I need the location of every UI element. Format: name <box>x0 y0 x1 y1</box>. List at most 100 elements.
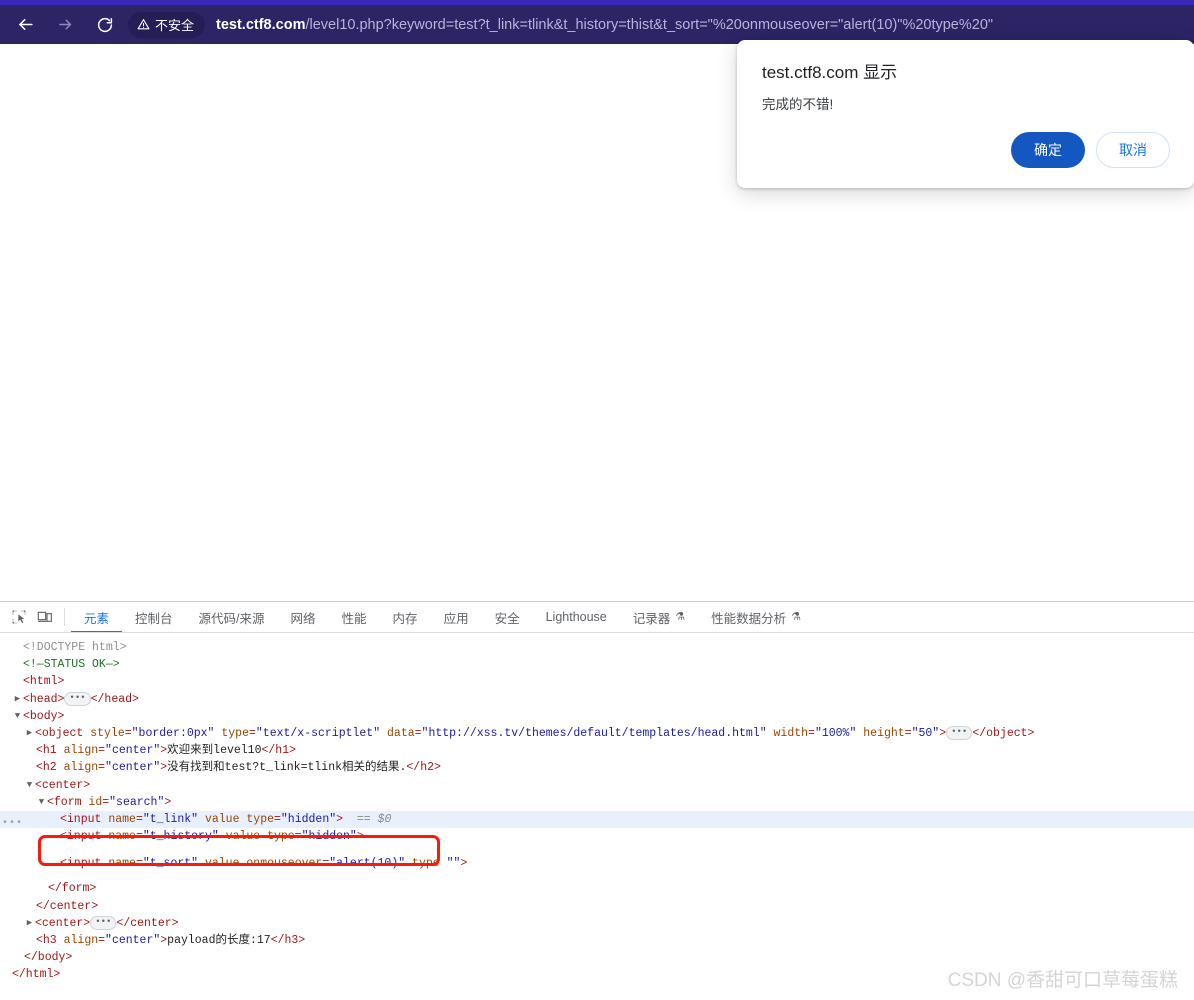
dom-row-h3[interactable]: <h3 align="center">payload的长度:17</h3> <box>0 932 1194 949</box>
dialog-cancel-button[interactable]: 取消 <box>1096 132 1170 168</box>
devtools-tabbar: 元素 控制台 源代码/来源 网络 性能 内存 应用 安全 Lighthouse … <box>0 602 1194 633</box>
dom-row-doctype[interactable]: ▸<!DOCTYPE html> <box>0 639 1194 656</box>
forward-button[interactable] <box>50 10 80 40</box>
h2-text: 没有找到和test?t_link=tlink相关的结果. <box>167 761 407 775</box>
input-tlink-val-type: "hidden" <box>280 812 337 826</box>
twisty-collapsed-object[interactable]: ▶ <box>24 725 35 742</box>
ellipsis-badge-center2[interactable]: ••• <box>90 915 117 930</box>
dialog-title: test.ctf8.com 显示 <box>762 63 898 82</box>
toolbar-divider <box>64 608 65 626</box>
dom-row-object[interactable]: ▶ <object style="border:0px" type="text/x… <box>0 725 1194 742</box>
tab-lighthouse[interactable]: Lighthouse <box>533 602 620 632</box>
dom-row-input-thistory[interactable]: <input name="t_history" value type="hidd… <box>0 828 1194 845</box>
dom-row-center-close[interactable]: </center> <box>0 898 1194 915</box>
tab-security[interactable]: 安全 <box>482 602 533 632</box>
form-val-id: "search" <box>109 795 165 809</box>
form-open-tag: <form <box>47 795 82 809</box>
dom-row-form-open[interactable]: ▼ <form id="search"> <box>0 794 1194 811</box>
dom-row-form-close[interactable]: </form> <box>0 880 1194 897</box>
tab-lighthouse-label: Lighthouse <box>545 610 607 624</box>
csdn-watermark: CSDN @香甜可口草莓蛋糕 <box>947 970 1178 991</box>
h3-open-tag: <h3 <box>36 934 57 947</box>
twisty-collapsed-head[interactable]: ▶ <box>12 691 23 708</box>
device-toolbar-button[interactable] <box>32 604 58 630</box>
dom-row-body-open[interactable]: ▼ <body> <box>0 708 1194 725</box>
dom-row-input-tsort[interactable]: <input name="t_sort" value onmouseover="… <box>0 855 1194 872</box>
dom-row-head[interactable]: ▶ <head> ••• </head> <box>0 691 1194 708</box>
tab-application[interactable]: 应用 <box>431 602 482 632</box>
tab-elements[interactable]: 元素 <box>71 602 122 632</box>
dom-row-h1[interactable]: <h1 align="center">欢迎来到level10</h1> <box>0 742 1194 759</box>
twisty-expanded-form[interactable]: ▼ <box>36 794 47 811</box>
dialog-confirm-button[interactable]: 确定 <box>1011 132 1085 168</box>
tab-network[interactable]: 网络 <box>278 602 329 632</box>
ellipsis-badge-object[interactable]: ••• <box>946 725 973 740</box>
twisty-expanded-body[interactable]: ▼ <box>12 708 23 725</box>
object-attr-style: style <box>90 726 125 740</box>
tab-performance-insights[interactable]: 性能数据分析 ⚗ <box>698 602 814 632</box>
inspect-element-button[interactable] <box>6 604 32 630</box>
object-attr-data: data <box>387 726 415 740</box>
selected-node-expression: == $0 <box>356 812 392 826</box>
security-status-label: 不安全 <box>155 18 195 33</box>
center-close-tag: </center> <box>36 899 99 913</box>
twisty-expanded-center[interactable]: ▼ <box>24 777 35 794</box>
tab-performance[interactable]: 性能 <box>329 602 380 632</box>
input-thistory-attr-name: name <box>108 830 136 844</box>
input-tsort-val-name: "t_sort" <box>142 857 199 871</box>
url-path: /level10.php?keyword=test?t_link=tlink&t… <box>305 16 994 33</box>
dom-row-center-open[interactable]: ▼ <center> <box>0 777 1194 794</box>
center-open-tag: <center> <box>35 778 91 792</box>
input-tsort-attr-name: name <box>108 857 136 871</box>
input-tlink-gt: > <box>336 812 344 826</box>
tab-application-label: 应用 <box>443 611 469 626</box>
tab-sources[interactable]: 源代码/来源 <box>186 602 278 632</box>
h1-close-tag: </h1> <box>261 744 296 758</box>
dialog-button-row: 确定 取消 <box>1011 132 1170 168</box>
dom-row-input-tlink[interactable]: ••• <input name="t_link" value type="hidd… <box>0 810 1194 829</box>
twisty-spacer: ▸ <box>12 673 23 690</box>
h2-close-tag: </h2> <box>406 761 441 775</box>
input-tsort-attr-onmouseover: onmouseover <box>246 857 323 871</box>
reload-button[interactable] <box>90 10 120 40</box>
dom-row-html-open[interactable]: ▸<html> <box>0 673 1194 690</box>
h1-attr-align: align <box>63 744 99 758</box>
form-attr-id: id <box>88 795 103 809</box>
input-tsort-open: <input <box>60 857 102 871</box>
head-open-tag: <head> <box>23 692 65 706</box>
input-tsort-val-onmouseover: "alert(10)" <box>329 857 406 871</box>
input-tsort-attr-value: value <box>204 857 240 871</box>
input-tlink-attr-name: name <box>108 812 136 826</box>
tab-console[interactable]: 控制台 <box>122 602 186 632</box>
experiment-flask-icon-2: ⚗ <box>791 610 802 623</box>
h2-open-tag: <h2 <box>36 761 57 775</box>
twisty-collapsed-center2[interactable]: ▶ <box>24 915 35 932</box>
ellipsis-badge[interactable]: ••• <box>64 691 91 706</box>
security-status-chip[interactable]: 不安全 <box>128 11 206 38</box>
dom-row-center2[interactable]: ▶ <center> ••• </center> <box>0 915 1194 932</box>
back-button[interactable] <box>10 10 40 40</box>
twisty-spacer: ▸ <box>12 656 23 673</box>
object-attr-width: width <box>773 726 809 740</box>
twisty-spacer: ▸ <box>12 639 23 656</box>
tab-memory[interactable]: 内存 <box>380 602 431 632</box>
dom-tree[interactable]: ▸<!DOCTYPE html> ▸<!—STATUS OK—> ▸<html>… <box>0 633 1194 1000</box>
dom-row-body-close[interactable]: </body> <box>0 949 1194 966</box>
dom-row-status-comment[interactable]: ▸<!—STATUS OK—> <box>0 656 1194 673</box>
tab-network-label: 网络 <box>290 611 316 626</box>
inspect-element-icon <box>12 610 26 624</box>
address-bar[interactable]: 不安全 test.ctf8.com/level10.php?keyword=te… <box>128 10 1180 40</box>
tab-recorder[interactable]: 记录器 ⚗ <box>620 602 698 632</box>
dom-row-h2[interactable]: <h2 align="center">没有找到和test?t_link=tlin… <box>0 759 1194 776</box>
devtools-panel: 元素 控制台 源代码/来源 网络 性能 内存 应用 安全 Lighthouse … <box>0 601 1194 1000</box>
url-display[interactable]: test.ctf8.com/level10.php?keyword=test?t… <box>216 17 993 33</box>
selected-node-marker <box>343 813 357 826</box>
input-thistory-open: <input <box>60 830 102 844</box>
device-toolbar-icon <box>37 611 52 622</box>
tab-elements-label: 元素 <box>84 611 110 626</box>
tab-console-label: 控制台 <box>135 611 173 626</box>
object-open-tag: <object <box>35 726 84 740</box>
object-attr-height: height <box>863 726 905 740</box>
doctype-text: <!DOCTYPE html> <box>23 641 127 654</box>
input-thistory-attr-type: type <box>267 830 295 844</box>
